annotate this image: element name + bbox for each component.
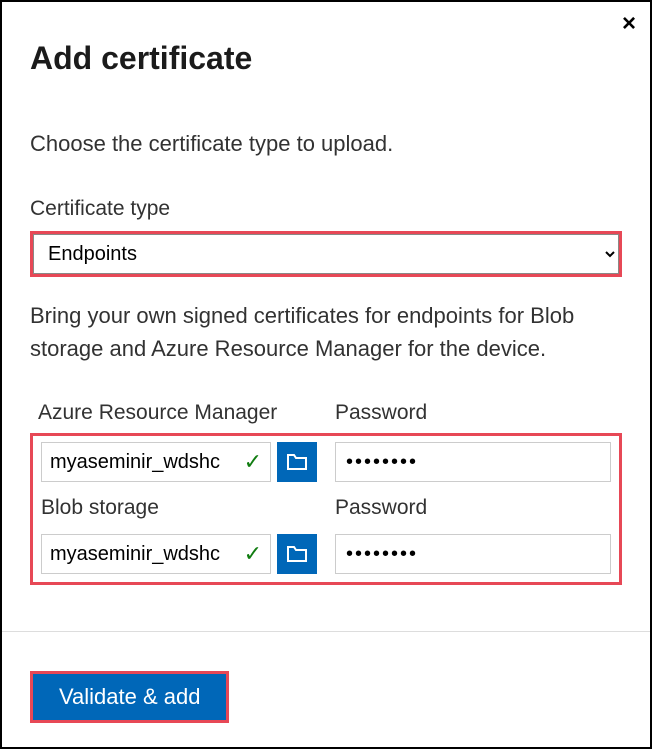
check-icon: ✓ bbox=[244, 541, 262, 567]
arm-label: Azure Resource Manager bbox=[38, 401, 317, 425]
cert-type-select[interactable]: Endpoints bbox=[33, 234, 619, 274]
cert-type-label: Certificate type bbox=[30, 197, 622, 221]
close-icon[interactable]: × bbox=[622, 12, 636, 36]
divider bbox=[2, 631, 650, 632]
blob-file-input[interactable]: myaseminir_wdshc ✓ bbox=[41, 534, 271, 574]
arm-password-input[interactable] bbox=[335, 442, 611, 482]
arm-file-input[interactable]: myaseminir_wdshc ✓ bbox=[41, 442, 271, 482]
cert-type-description: Bring your own signed certificates for e… bbox=[30, 299, 622, 365]
arm-row: myaseminir_wdshc ✓ bbox=[33, 436, 619, 490]
instruction-text: Choose the certificate type to upload. bbox=[30, 131, 622, 157]
arm-browse-button[interactable] bbox=[277, 442, 317, 482]
blob-file-value: myaseminir_wdshc bbox=[50, 543, 240, 566]
blob-browse-button[interactable] bbox=[277, 534, 317, 574]
validate-add-button[interactable]: Validate & add bbox=[33, 674, 226, 720]
blob-password-input[interactable] bbox=[335, 534, 611, 574]
arm-file-value: myaseminir_wdshc bbox=[50, 451, 240, 474]
arm-password-label: Password bbox=[335, 401, 614, 425]
blob-label: Blob storage bbox=[41, 496, 317, 520]
blob-password-label: Password bbox=[335, 496, 611, 520]
page-title: Add certificate bbox=[30, 40, 622, 77]
folder-icon bbox=[286, 545, 308, 563]
folder-icon bbox=[286, 453, 308, 471]
check-icon: ✓ bbox=[244, 449, 262, 475]
certificate-fields-group: myaseminir_wdshc ✓ Blob storage Password bbox=[30, 433, 622, 585]
blob-row: myaseminir_wdshc ✓ bbox=[33, 528, 619, 582]
